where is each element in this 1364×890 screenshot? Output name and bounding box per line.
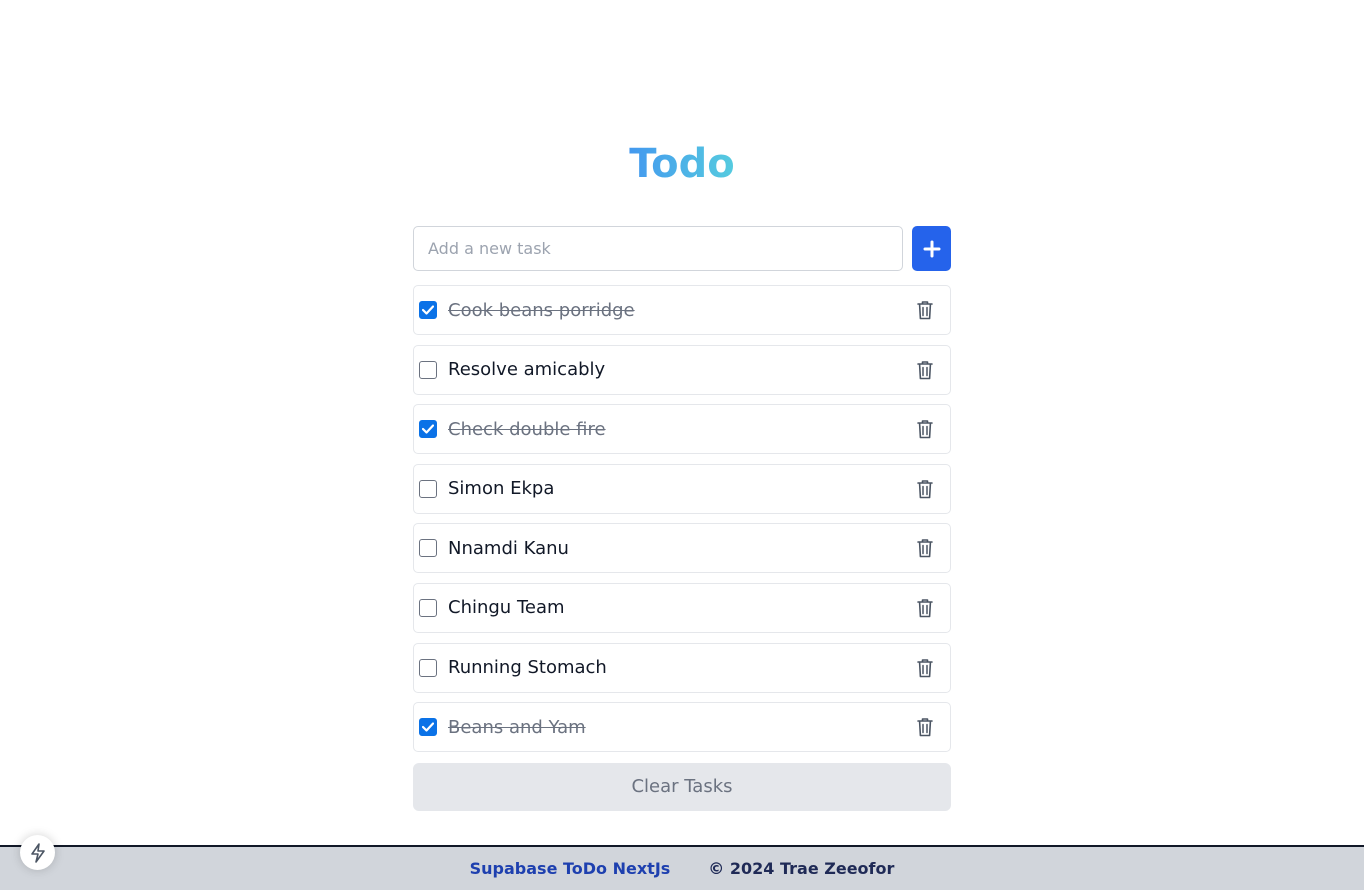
task-item: Running Stomach [413, 642, 951, 693]
new-task-input[interactable] [413, 226, 903, 271]
delete-task-button[interactable] [914, 417, 936, 441]
task-checkbox[interactable] [419, 658, 437, 677]
lightning-icon [30, 842, 45, 863]
clear-tasks-button[interactable]: Clear Tasks [413, 762, 951, 811]
add-task-button[interactable] [912, 226, 951, 271]
task-item: Resolve amicably [413, 344, 951, 395]
delete-task-button[interactable] [914, 358, 936, 382]
task-checkbox[interactable] [419, 360, 437, 379]
check-icon [422, 305, 434, 315]
trash-icon [917, 539, 933, 558]
check-icon [422, 722, 434, 732]
delete-task-button[interactable] [914, 477, 936, 501]
trash-icon [917, 718, 933, 737]
delete-task-button[interactable] [914, 656, 936, 680]
task-label: Nnamdi Kanu [448, 537, 569, 559]
delete-task-button[interactable] [914, 715, 936, 739]
dev-tools-button[interactable] [20, 835, 55, 870]
task-label: Resolve amicably [448, 359, 606, 381]
trash-icon [917, 658, 933, 677]
task-checkbox[interactable] [419, 598, 437, 617]
trash-icon [917, 420, 933, 439]
trash-icon [917, 479, 933, 499]
task-item: Cook beans porridge [413, 285, 951, 335]
trash-icon [917, 301, 933, 320]
check-icon [422, 424, 434, 434]
task-label: Simon Ekpa [448, 478, 555, 500]
task-label: Running Stomach [448, 657, 607, 679]
task-checkbox[interactable] [419, 718, 437, 737]
delete-task-button[interactable] [914, 596, 936, 620]
footer-copyright: © 2024 Trae Zeeofor [708, 859, 895, 878]
add-task-row [413, 226, 951, 271]
delete-task-button[interactable] [914, 536, 936, 560]
delete-task-button[interactable] [914, 298, 936, 322]
task-label: Chingu Team [448, 597, 565, 619]
footer-link[interactable]: Supabase ToDo NextJs [470, 859, 671, 878]
page-title: Todo List [582, 140, 782, 235]
task-checkbox[interactable] [419, 479, 437, 498]
task-label: Beans and Yam [448, 716, 586, 738]
task-item: Chingu Team [413, 582, 951, 633]
task-checkbox[interactable] [419, 420, 437, 439]
task-list: Cook beans porridge Resolve amicably Check… [413, 285, 951, 753]
task-checkbox[interactable] [419, 539, 437, 558]
task-label: Cook beans porridge [448, 299, 635, 321]
trash-icon [917, 599, 933, 618]
plus-icon [923, 240, 940, 257]
task-item: Check double fire [413, 404, 951, 455]
trash-icon [917, 360, 933, 379]
todo-container: Todo List Cook beans porridge Resolve ami… [413, 140, 951, 811]
task-checkbox[interactable] [419, 301, 437, 319]
task-item: Simon Ekpa [413, 463, 951, 514]
task-item: Nnamdi Kanu [413, 523, 951, 574]
task-label: Check double fire [448, 418, 606, 440]
footer: Supabase ToDo NextJs © 2024 Trae Zeeofor [0, 845, 1364, 890]
task-item: Beans and Yam [413, 702, 951, 753]
